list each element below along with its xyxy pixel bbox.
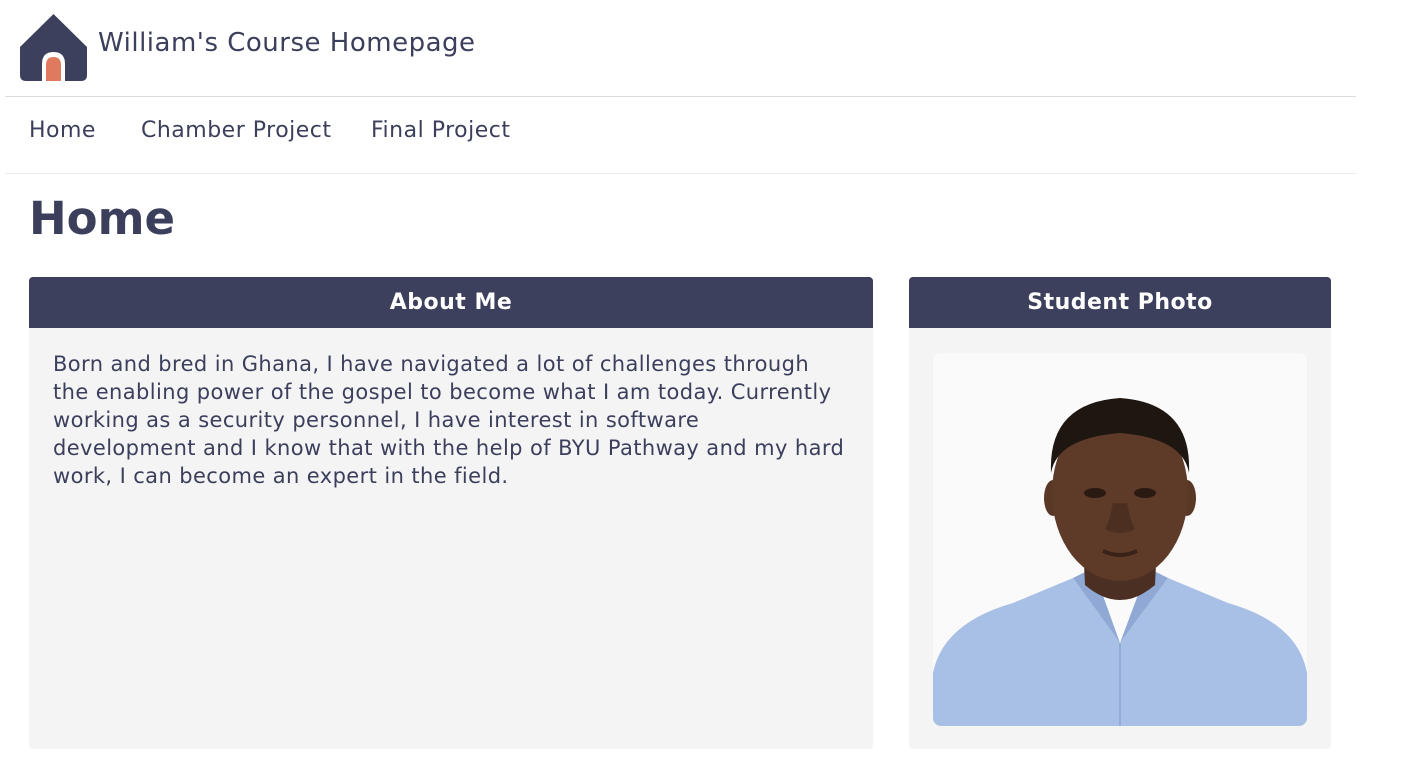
- site-header: William's Course Homepage: [5, 0, 1356, 97]
- page-title: Home: [29, 192, 175, 245]
- about-heading: About Me: [29, 277, 873, 328]
- nav-item-home[interactable]: Home: [29, 118, 96, 143]
- student-photo: [933, 353, 1307, 726]
- site-title: William's Course Homepage: [98, 28, 476, 58]
- nav-item-chamber-project[interactable]: Chamber Project: [141, 118, 332, 143]
- nav-item-final-project[interactable]: Final Project: [371, 118, 510, 143]
- photo-card: Student Photo: [909, 277, 1331, 749]
- house-icon[interactable]: [20, 14, 87, 81]
- main-nav: Home Chamber Project Final Project: [5, 97, 1356, 174]
- about-card: About Me Born and bred in Ghana, I have …: [29, 277, 873, 749]
- student-portrait-image: [933, 353, 1307, 726]
- about-text: Born and bred in Ghana, I have navigated…: [53, 352, 845, 488]
- photo-heading: Student Photo: [909, 277, 1331, 328]
